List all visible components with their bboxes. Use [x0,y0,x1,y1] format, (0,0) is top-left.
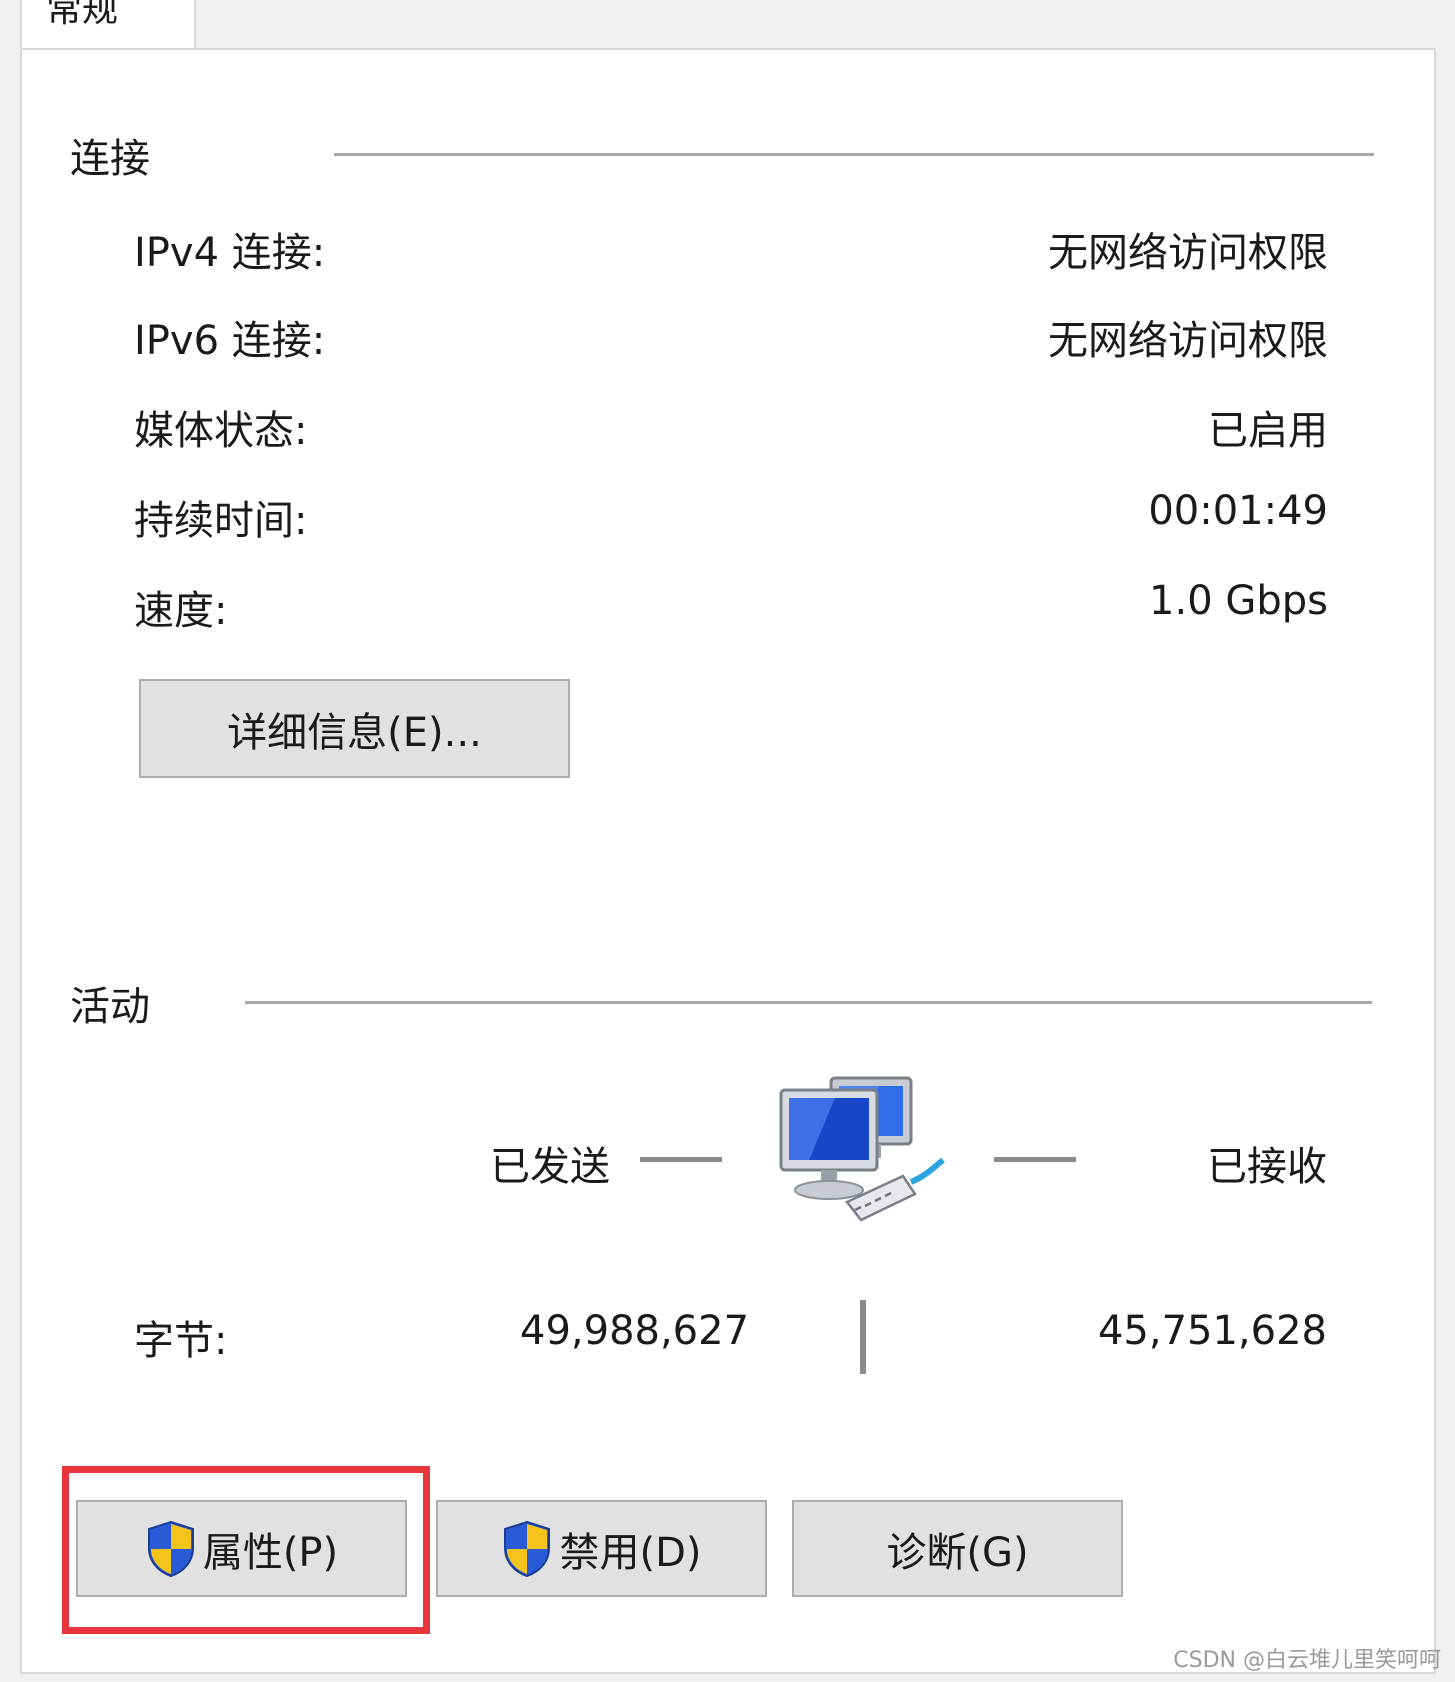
bytes-label: 字节: [134,1318,228,1364]
received-dash [994,1157,1076,1162]
row-speed: 速度: 1.0 Gbps [134,574,1328,634]
duration-label: 持续时间: [134,498,308,544]
shield-icon [501,1520,553,1578]
disable-button-label: 禁用(D) [559,1529,702,1576]
details-button[interactable]: 详细信息(E)... [139,679,570,778]
details-button-label: 详细信息(E)... [227,709,482,756]
network-computers-icon [775,1070,945,1240]
row-media-state: 媒体状态: 已启用 [134,394,1328,454]
ipv4-value: 无网络访问权限 [1048,230,1328,276]
sent-dash [640,1157,722,1162]
ipv6-label: IPv6 连接: [134,318,326,364]
received-label: 已接收 [1207,1144,1327,1190]
media-state-value: 已启用 [1208,408,1328,454]
ipv4-label: IPv4 连接: [134,230,326,276]
activity-divider [245,1001,1372,1004]
media-state-label: 媒体状态: [134,408,308,454]
diagnose-button-label: 诊断(G) [886,1529,1029,1576]
speed-label: 速度: [134,588,228,634]
connection-section-title: 连接 [70,136,150,182]
highlight-box [62,1466,430,1634]
activity-section-title: 活动 [70,984,150,1030]
row-ipv4: IPv4 连接: 无网络访问权限 [134,216,1328,276]
bytes-sent-value: 49,988,627 [520,1308,750,1354]
duration-value: 00:01:49 [1148,488,1328,534]
row-duration: 持续时间: 00:01:49 [134,484,1328,544]
ipv6-value: 无网络访问权限 [1048,318,1328,364]
bytes-separator [860,1300,866,1374]
row-ipv6: IPv6 连接: 无网络访问权限 [134,304,1328,364]
connection-rows: IPv4 连接: 无网络访问权限 IPv6 连接: 无网络访问权限 媒体状态: … [134,216,1328,636]
connection-divider [334,153,1374,156]
bytes-received-value: 45,751,628 [1097,1308,1327,1354]
watermark: CSDN @白云堆儿里笑呵呵 [1173,1648,1441,1673]
disable-button[interactable]: 禁用(D) [436,1500,767,1597]
tab-general-label: 常规 [46,0,119,30]
speed-value: 1.0 Gbps [1149,578,1328,624]
tab-strip: 常规 [0,0,1455,56]
diagnose-button[interactable]: 诊断(G) [792,1500,1123,1597]
sent-label: 已发送 [490,1144,610,1190]
